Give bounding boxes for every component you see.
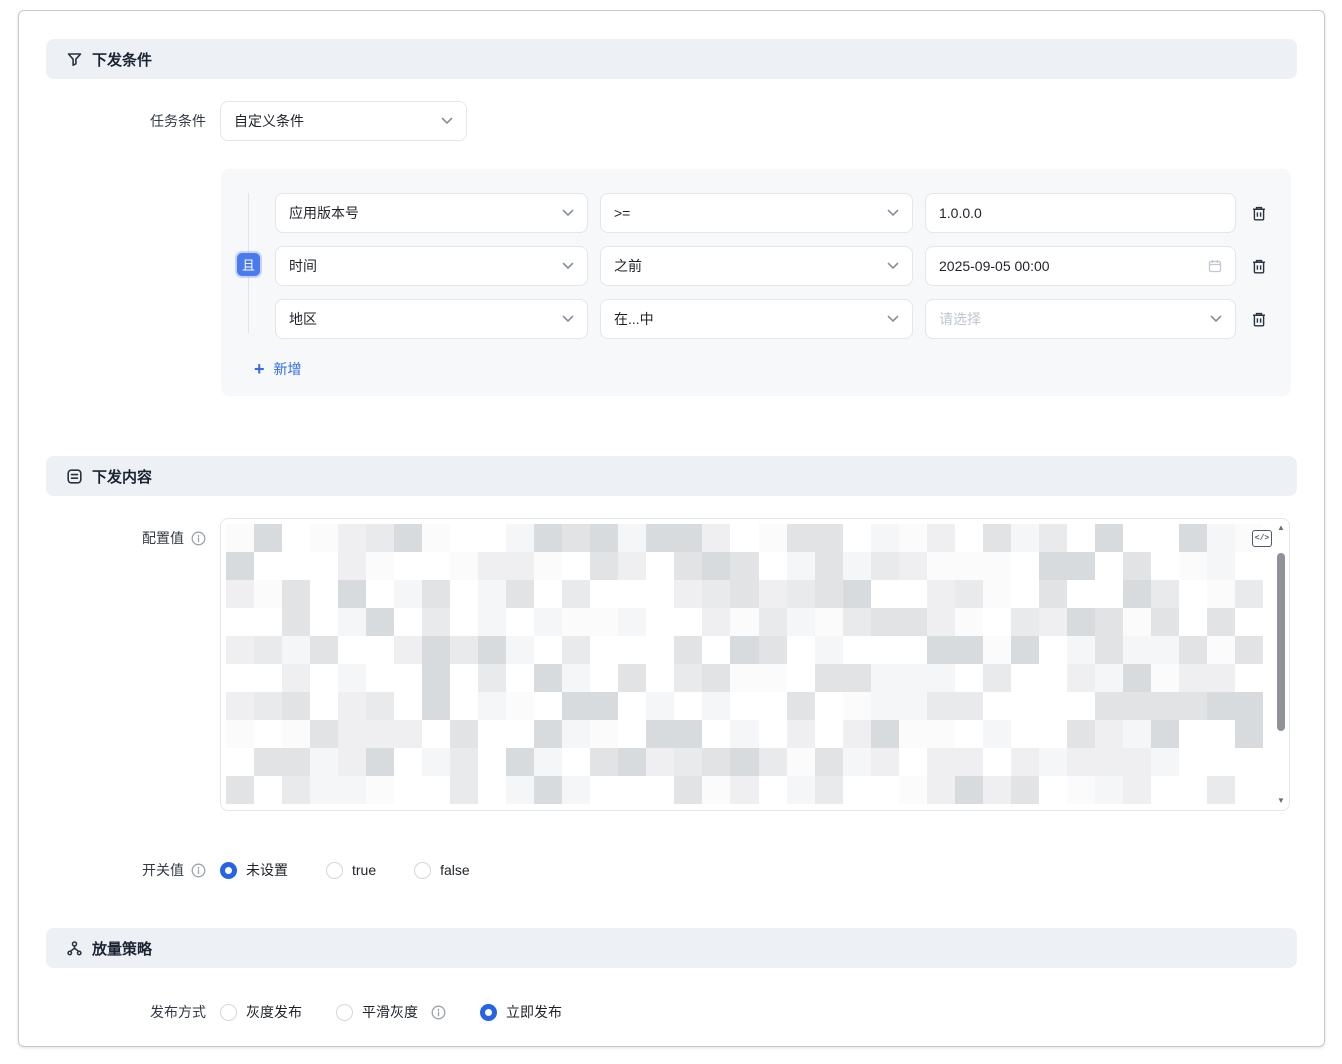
trash-icon <box>1251 258 1267 275</box>
section-header-content: 下发内容 <box>46 456 1297 496</box>
trash-icon <box>1251 311 1267 328</box>
strategy-tree-icon <box>66 940 83 957</box>
delete-condition-button[interactable] <box>1251 258 1267 275</box>
delete-condition-button[interactable] <box>1251 205 1267 222</box>
radio-selected-icon <box>480 1004 497 1021</box>
radio-option-immediate-release[interactable]: 立即发布 <box>480 1002 562 1022</box>
radio-option-smooth-gray[interactable]: 平滑灰度 <box>336 1002 418 1022</box>
radio-option-unset[interactable]: 未设置 <box>220 860 288 880</box>
condition-row: 时间 之前 2025-09-05 00:00 <box>275 246 1271 286</box>
scroll-down-icon[interactable]: ▼ <box>1276 796 1286 806</box>
filter-icon <box>66 51 83 68</box>
calendar-icon <box>1208 259 1222 273</box>
chevron-down-icon <box>1210 315 1222 323</box>
chevron-down-icon <box>887 315 899 323</box>
condition-operator-select[interactable]: >= <box>600 193 913 233</box>
release-method-radio-group: 灰度发布 平滑灰度 立即发布 <box>220 1000 1297 1024</box>
condition-group-panel: 且 应用版本号 >= 1.0.0.0 时间 <box>221 169 1291 396</box>
note-icon <box>66 468 83 485</box>
trash-icon <box>1251 205 1267 222</box>
condition-value-input[interactable]: 1.0.0.0 <box>925 193 1236 233</box>
switch-value-radio-group: 未设置 true false <box>220 858 1297 882</box>
chevron-down-icon <box>887 262 899 270</box>
switch-value-label: 开关值 <box>46 858 206 882</box>
blurred-config-content <box>226 524 1263 805</box>
radio-unselected-icon <box>326 862 343 879</box>
section-title: 下发条件 <box>92 49 152 70</box>
radio-unselected-icon <box>414 862 431 879</box>
chevron-down-icon <box>441 117 453 125</box>
form-card: 下发条件 任务条件 自定义条件 且 应用版本号 >= <box>18 10 1325 1047</box>
condition-operator-select[interactable]: 在...中 <box>600 299 913 339</box>
radio-option-gray-release[interactable]: 灰度发布 <box>220 1002 302 1022</box>
section-header-rollout: 放量策略 <box>46 928 1297 968</box>
info-icon <box>191 863 206 878</box>
chevron-down-icon <box>887 209 899 217</box>
radio-option-false[interactable]: false <box>414 862 470 879</box>
condition-operator-select[interactable]: 之前 <box>600 246 913 286</box>
radio-unselected-icon <box>336 1004 353 1021</box>
section-title: 放量策略 <box>92 938 152 959</box>
radio-selected-icon <box>220 862 237 879</box>
add-condition-button[interactable]: + 新增 <box>254 359 302 379</box>
condition-row: 地区 在...中 请选择 <box>275 299 1271 339</box>
condition-field-select[interactable]: 地区 <box>275 299 588 339</box>
task-condition-label: 任务条件 <box>46 101 206 141</box>
config-value-editor[interactable]: </> ▲ ▼ <box>220 518 1290 811</box>
condition-date-input[interactable]: 2025-09-05 00:00 <box>925 246 1236 286</box>
task-condition-value: 自定义条件 <box>234 111 304 131</box>
condition-field-select[interactable]: 时间 <box>275 246 588 286</box>
config-value-label: 配置值 <box>46 518 206 558</box>
editor-scrollbar[interactable]: ▲ ▼ <box>1276 523 1286 806</box>
scrollbar-thumb[interactable] <box>1277 553 1285 731</box>
release-method-label: 发布方式 <box>46 1000 206 1024</box>
plus-icon: + <box>254 360 265 378</box>
info-icon <box>191 531 206 546</box>
code-view-icon[interactable]: </> <box>1252 530 1272 547</box>
radio-option-true[interactable]: true <box>326 862 376 879</box>
section-title: 下发内容 <box>92 466 152 487</box>
radio-unselected-icon <box>220 1004 237 1021</box>
condition-row: 应用版本号 >= 1.0.0.0 <box>275 193 1271 233</box>
scroll-up-icon[interactable]: ▲ <box>1276 523 1286 533</box>
chevron-down-icon <box>562 209 574 217</box>
delete-condition-button[interactable] <box>1251 311 1267 328</box>
info-icon <box>431 1005 446 1020</box>
chevron-down-icon <box>562 262 574 270</box>
section-header-conditions: 下发条件 <box>46 39 1297 79</box>
condition-field-select[interactable]: 应用版本号 <box>275 193 588 233</box>
condition-value-select[interactable]: 请选择 <box>925 299 1236 339</box>
chevron-down-icon <box>562 315 574 323</box>
task-condition-select[interactable]: 自定义条件 <box>220 101 467 141</box>
logic-and-badge[interactable]: 且 <box>237 253 260 276</box>
